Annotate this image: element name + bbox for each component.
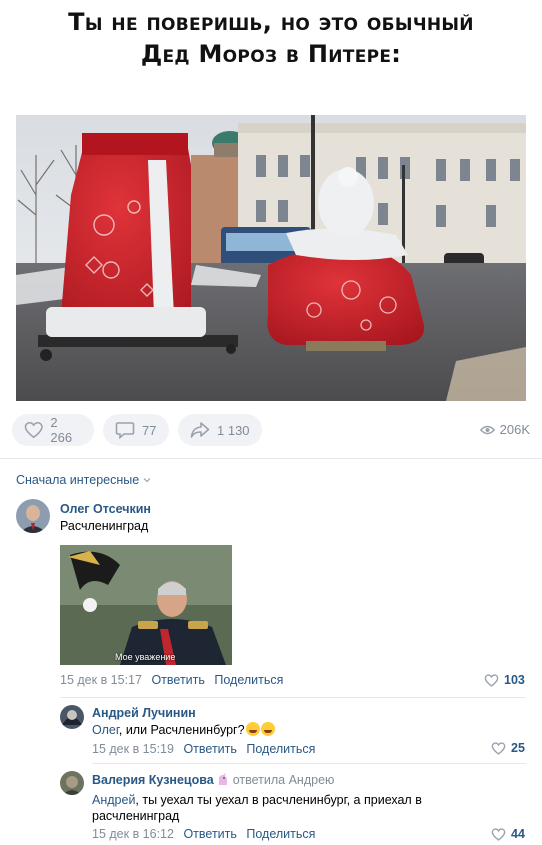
comment-like-button[interactable]: 44 bbox=[491, 827, 525, 841]
share-comment-button[interactable]: Поделиться bbox=[246, 827, 315, 841]
comment-like-count: 103 bbox=[504, 673, 525, 687]
comment-author[interactable]: Андрей Лучинин bbox=[92, 706, 196, 720]
reply-button[interactable]: Ответить bbox=[183, 827, 236, 841]
comment-like-count: 25 bbox=[511, 741, 525, 755]
comment-text: Расчленинград bbox=[60, 519, 149, 533]
comment-like-button[interactable]: 103 bbox=[484, 673, 525, 687]
share-comment-button[interactable]: Поделиться bbox=[214, 673, 283, 687]
avatar-image bbox=[60, 705, 84, 729]
heart-icon bbox=[24, 421, 43, 439]
share-comment-button[interactable]: Поделиться bbox=[246, 742, 315, 756]
avatar-image bbox=[16, 499, 50, 533]
chevron-down-icon bbox=[143, 478, 151, 483]
comment-attachment-image[interactable]: Мое уважение bbox=[60, 545, 232, 665]
divider bbox=[0, 458, 542, 459]
comment-mention[interactable]: Андрей bbox=[92, 793, 135, 807]
avatar[interactable] bbox=[16, 499, 50, 533]
comment-text-block: Андрей, ты уехал ты уехал в расчленинбур… bbox=[92, 792, 462, 824]
comment-date[interactable]: 15 дек в 15:19 bbox=[92, 742, 174, 756]
comment-meta: 15 дек в 15:19 Ответить Поделиться bbox=[92, 742, 315, 756]
heart-icon bbox=[484, 673, 499, 687]
heart-icon bbox=[491, 741, 506, 755]
reply-button[interactable]: Ответить bbox=[183, 742, 236, 756]
comment-author[interactable]: Олег Отсечкин bbox=[60, 502, 151, 516]
rofl-emoji-icon bbox=[260, 722, 275, 736]
avatar-image bbox=[60, 771, 84, 795]
comment-count: 77 bbox=[142, 422, 157, 438]
attachment-caption: Мое уважение bbox=[115, 652, 176, 662]
comment-author-line: Валерия Кузнецова ответила Андрею bbox=[92, 772, 334, 787]
post-actions-bar: 2 266 77 1 130 206K bbox=[12, 414, 530, 446]
share-icon bbox=[190, 422, 210, 438]
share-count: 1 130 bbox=[217, 422, 250, 438]
unicorn-badge-icon bbox=[218, 773, 227, 785]
comment-author[interactable]: Валерия Кузнецова bbox=[92, 773, 214, 787]
comment-text: , или Расчленинбург? bbox=[118, 723, 245, 737]
share-button[interactable]: 1 130 bbox=[178, 414, 262, 446]
eye-icon bbox=[479, 425, 495, 434]
rofl-emoji-icon bbox=[245, 722, 260, 736]
reply-to-label[interactable]: ответила Андрею bbox=[233, 773, 335, 787]
comment-meta: 15 дек в 15:17 Ответить Поделиться bbox=[60, 673, 283, 687]
like-button[interactable]: 2 266 bbox=[12, 414, 94, 446]
headline-line-2: Дед Мороз в Питере: bbox=[140, 40, 402, 68]
comment-meta: 15 дек в 16:12 Ответить Поделиться bbox=[92, 827, 315, 841]
views-counter: 206K bbox=[479, 422, 530, 437]
heart-icon bbox=[491, 827, 506, 841]
post-headline: Ты не поверишь, но это обычный Дед Мороз… bbox=[0, 6, 542, 70]
post-photo[interactable] bbox=[16, 115, 526, 401]
reply-button[interactable]: Ответить bbox=[151, 673, 204, 687]
divider bbox=[60, 697, 526, 698]
avatar[interactable] bbox=[60, 705, 84, 729]
comment-date[interactable]: 15 дек в 15:17 bbox=[60, 673, 142, 687]
comments-sort-dropdown[interactable]: Сначала интересные bbox=[16, 473, 151, 487]
avatar[interactable] bbox=[60, 771, 84, 795]
meme-general-image bbox=[60, 545, 232, 665]
divider bbox=[92, 763, 526, 764]
comment-mention[interactable]: Олег bbox=[92, 723, 119, 737]
like-count: 2 266 bbox=[50, 415, 73, 445]
santa-costume-statue-photo bbox=[16, 115, 526, 401]
sort-label: Сначала интересные bbox=[16, 473, 140, 487]
comment-like-count: 44 bbox=[511, 827, 525, 841]
comment-like-button[interactable]: 25 bbox=[491, 741, 525, 755]
comment-text-block: Олег, или Расчленинбург? bbox=[92, 722, 275, 738]
comment-icon bbox=[115, 422, 135, 439]
view-count: 206K bbox=[499, 422, 530, 437]
comment-button[interactable]: 77 bbox=[103, 414, 169, 446]
comment-text: , ты уехал ты уехал в расчленинбург, а п… bbox=[92, 793, 422, 823]
headline-line-1: Ты не поверишь, но это обычный bbox=[68, 8, 474, 36]
comment-date[interactable]: 15 дек в 16:12 bbox=[92, 827, 174, 841]
